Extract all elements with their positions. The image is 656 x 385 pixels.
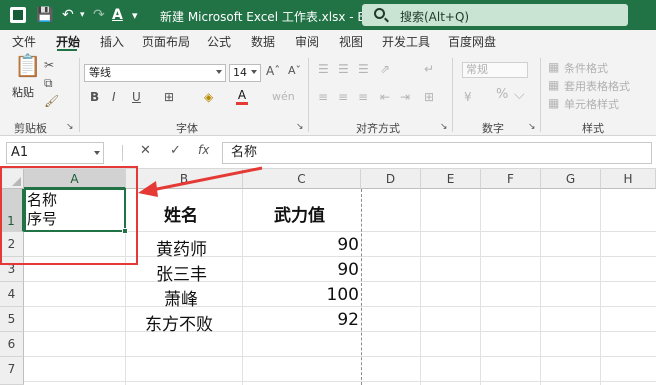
annotation-arrow-icon bbox=[138, 166, 263, 197]
